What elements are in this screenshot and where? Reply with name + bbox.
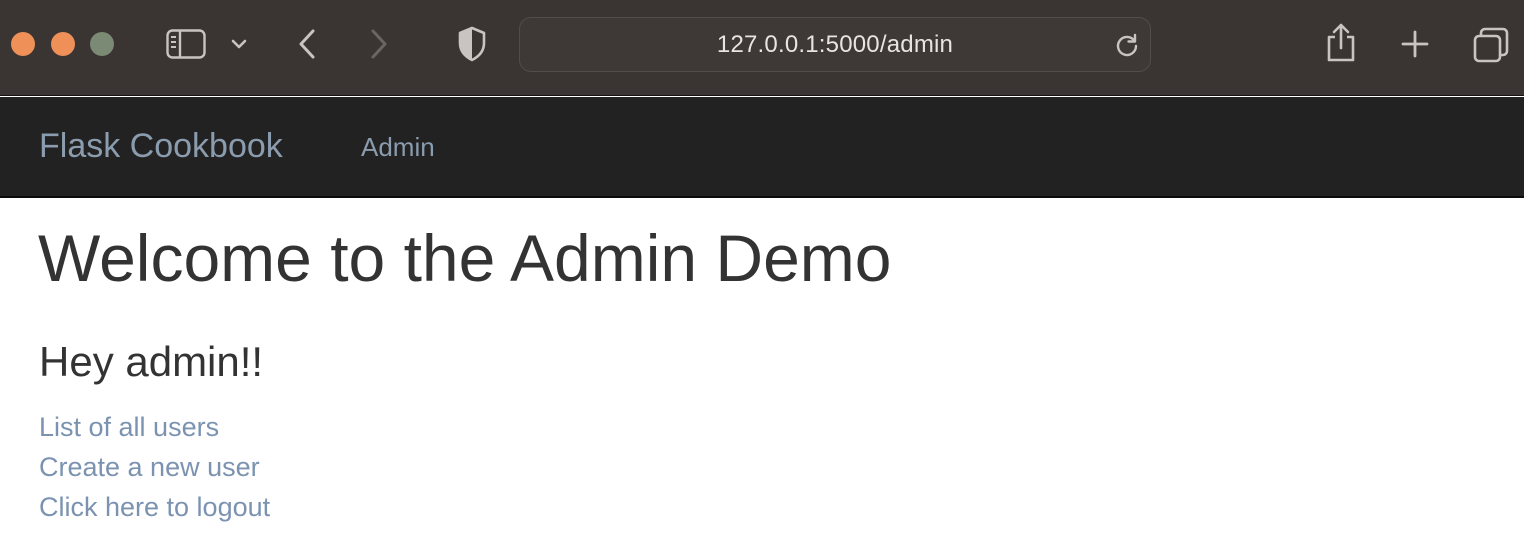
logout-link[interactable]: Click here to logout <box>39 492 270 522</box>
chevron-left-icon[interactable] <box>293 26 321 62</box>
address-bar-url[interactable]: 127.0.0.1:5000/admin <box>520 18 1150 71</box>
plus-icon[interactable] <box>1398 27 1432 61</box>
page-title: Welcome to the Admin Demo <box>38 221 892 295</box>
list-item: Click here to logout <box>39 488 270 528</box>
list-users-link[interactable]: List of all users <box>39 412 219 442</box>
create-user-link[interactable]: Create a new user <box>39 452 260 482</box>
chevron-down-icon[interactable] <box>229 34 249 54</box>
shield-icon[interactable] <box>455 24 489 64</box>
list-item: List of all users <box>39 408 270 448</box>
share-icon[interactable] <box>1322 20 1360 66</box>
window-maximize-button[interactable] <box>90 32 114 56</box>
window-minimize-button[interactable] <box>51 32 75 56</box>
nav-link-admin[interactable]: Admin <box>361 131 435 163</box>
sidebar-icon[interactable] <box>165 28 207 60</box>
browser-toolbar: 127.0.0.1:5000/admin <box>0 0 1524 96</box>
address-bar[interactable]: 127.0.0.1:5000/admin <box>519 17 1151 72</box>
tabs-icon[interactable] <box>1471 25 1511 65</box>
reload-icon[interactable] <box>1112 30 1142 60</box>
navbar-brand[interactable]: Flask Cookbook <box>39 124 283 168</box>
chevron-right-icon[interactable] <box>365 26 393 62</box>
list-item: Create a new user <box>39 448 270 488</box>
greeting-heading: Hey admin!! <box>39 338 264 385</box>
window-close-button[interactable] <box>11 32 35 56</box>
admin-links-list: List of all users Create a new user Clic… <box>39 408 270 528</box>
